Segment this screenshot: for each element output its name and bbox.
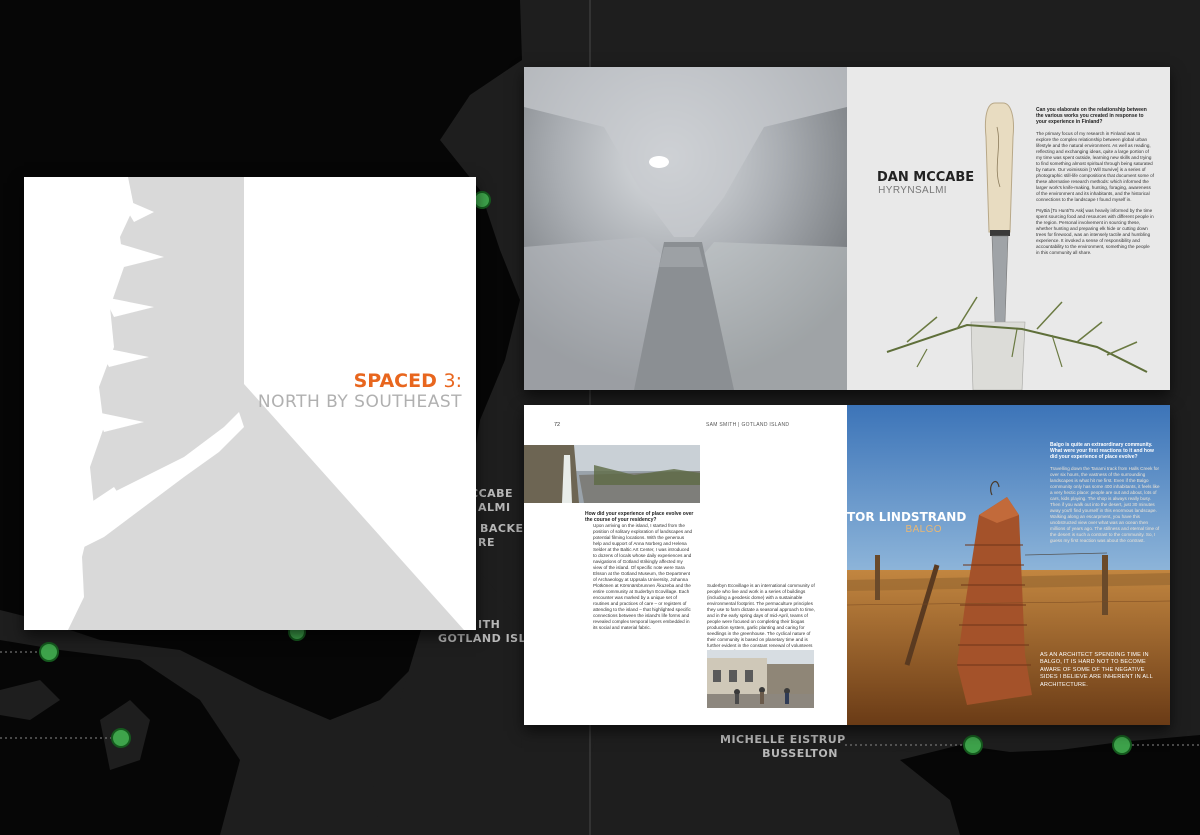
spread2-right-question: Balgo is quite an extraordinary communit… (1050, 442, 1154, 461)
spread1-right-page: DAN MCCABE HYRYNSALMI Can you elaborate … (847, 67, 1170, 390)
spread2-right-page: TOR LINDSTRAND BALGO Balgo is quite an e… (847, 405, 1170, 725)
spread2-artist-place: BALGO (905, 524, 942, 535)
spread1-artist-name: DAN MCCABE (877, 170, 975, 185)
book-spread-mccabe: DAN MCCABE HYRYNSALMI Can you elaborate … (524, 67, 1170, 390)
map-marker (1112, 735, 1132, 755)
cover-title: SPACED 3: NORTH BY SOUTHEAST (236, 370, 462, 412)
spread1-paragraph: The primary focus of my research in Finl… (1036, 130, 1154, 202)
map-label-mccabe: CCABE ALMI (470, 487, 514, 514)
spread2-artist-name: TOR LINDSTRAND (847, 510, 967, 524)
cover-title-main: SPACED (353, 370, 437, 392)
street-scene-photo (707, 650, 814, 708)
map-marker (473, 191, 491, 209)
spread2-right-paragraph: Travelling down the Tanami track from Ha… (1050, 465, 1160, 543)
map-label-busselton: MICHELLE EISTRUP BUSSELTON (720, 733, 846, 760)
spread2-artist-block: TOR LINDSTRAND BALGO (847, 510, 967, 536)
spread1-artist-place: HYRYNSALMI (878, 185, 947, 196)
spread2-question: How did your experience of place evolve … (585, 511, 694, 524)
cover-title-number: 3: (443, 370, 463, 392)
map-marker (963, 735, 983, 755)
cover-subtitle: NORTH BY SOUTHEAST (257, 392, 462, 412)
spread2-column2: Suderbyn Ecovillage is an international … (707, 583, 816, 654)
page-number: 72 (554, 422, 561, 428)
spread2-left-page: 72 SAM SMITH | GOTLAND ISLAND How did yo… (524, 405, 847, 725)
spread1-paragraph: Psyttiä [To Hunt/To Ask] was heavily inf… (1036, 207, 1154, 255)
coastal-cliff-waterfall-photo (524, 445, 700, 503)
spread2-column1: Upon arriving on the island, I started f… (593, 523, 693, 630)
landmass-left-edge (0, 0, 8, 270)
book-spread-gotland-balgo: 72 SAM SMITH | GOTLAND ISLAND How did yo… (524, 405, 1170, 725)
spread2-interview-text: Balgo is quite an extraordinary communit… (1050, 442, 1162, 544)
spread1-interview-text: Can you elaborate on the relationship be… (1036, 107, 1154, 261)
map-marker (111, 728, 131, 748)
map-marker (39, 642, 59, 662)
running-head: SAM SMITH | GOTLAND ISLAND (706, 422, 790, 428)
spread1-artist-block: DAN MCCABE HYRYNSALMI (877, 170, 975, 197)
book-cover: SPACED 3: NORTH BY SOUTHEAST (24, 177, 476, 630)
spread1-question: Can you elaborate on the relationship be… (1036, 107, 1147, 126)
pull-quote: AS AN ARCHITECT SPENDING TIME IN BALGO, … (1040, 652, 1153, 688)
ice-tunnel-photo (524, 67, 847, 390)
